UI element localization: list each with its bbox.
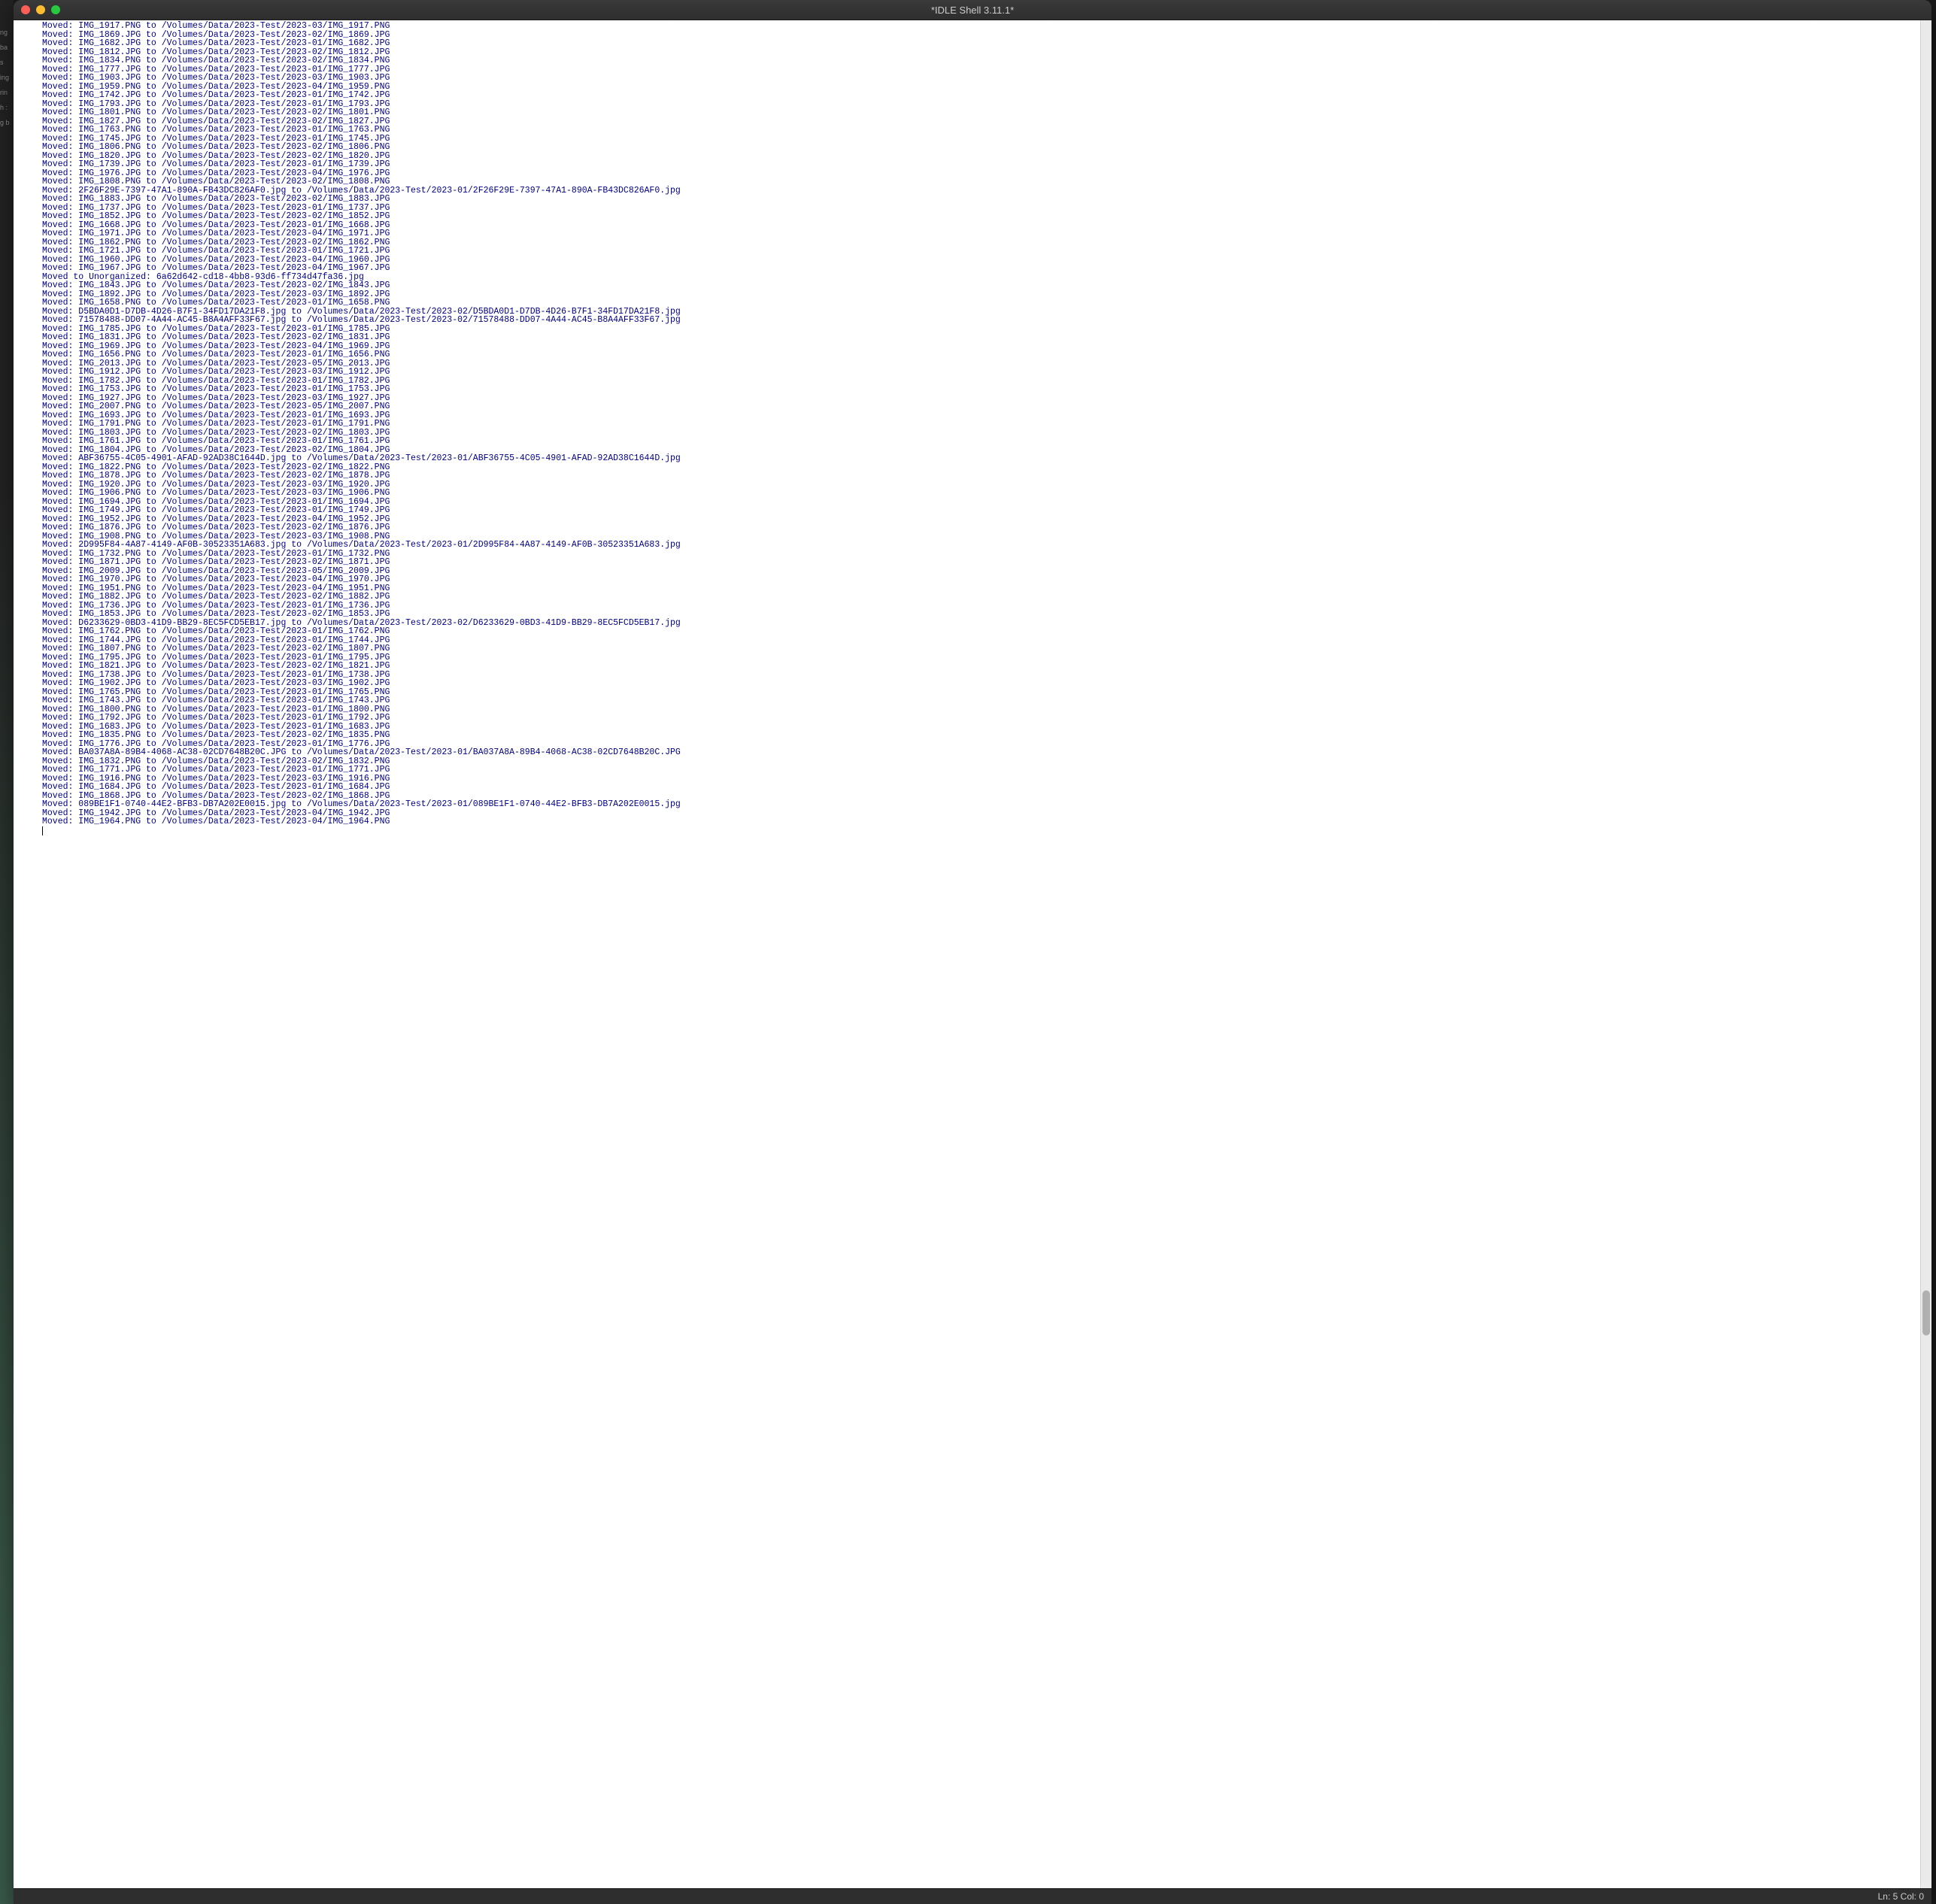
output-line: Moved: IMG_1853.JPG to /Volumes/Data/202… [15, 610, 1920, 619]
output-line: Moved: IMG_1801.PNG to /Volumes/Data/202… [15, 108, 1920, 117]
output-line: Moved: IMG_1807.PNG to /Volumes/Data/202… [15, 644, 1920, 653]
output-line: Moved: IMG_1917.PNG to /Volumes/Data/202… [15, 22, 1920, 31]
output-line: Moved: IMG_1749.JPG to /Volumes/Data/202… [15, 506, 1920, 515]
output-line: Moved: IMG_1721.JPG to /Volumes/Data/202… [15, 247, 1920, 256]
output-line: Moved: IMG_1762.PNG to /Volumes/Data/202… [15, 627, 1920, 636]
output-line: Moved: IMG_1876.JPG to /Volumes/Data/202… [15, 523, 1920, 532]
output-line: Moved: IMG_1906.PNG to /Volumes/Data/202… [15, 489, 1920, 498]
output-line: Moved: IMG_1792.JPG to /Volumes/Data/202… [15, 714, 1920, 723]
output-line: Moved: 089BE1F1-0740-44E2-BFB3-DB7A202E0… [15, 800, 1920, 809]
output-line: Moved: IMG_1682.JPG to /Volumes/Data/202… [15, 39, 1920, 48]
output-line: Moved: IMG_1967.JPG to /Volumes/Data/202… [15, 264, 1920, 273]
output-line: Moved: IMG_1831.JPG to /Volumes/Data/202… [15, 333, 1920, 342]
output-line: Moved: IMG_1742.JPG to /Volumes/Data/202… [15, 91, 1920, 100]
output-line: Moved: IMG_1806.PNG to /Volumes/Data/202… [15, 143, 1920, 152]
output-line: Moved: IMG_1763.PNG to /Volumes/Data/202… [15, 126, 1920, 135]
maximize-icon[interactable] [51, 5, 60, 14]
output-line: Moved: IMG_1658.PNG to /Volumes/Data/202… [15, 299, 1920, 308]
scrollbar-thumb[interactable] [1922, 1290, 1930, 1336]
output-line: Moved: IMG_1843.JPG to /Volumes/Data/202… [15, 281, 1920, 290]
output-line: Moved: IMG_1834.PNG to /Volumes/Data/202… [15, 56, 1920, 65]
output-line: Moved: IMG_1902.JPG to /Volumes/Data/202… [15, 679, 1920, 688]
output-line: Moved: ABF36755-4C05-4901-AFAD-92AD38C16… [15, 454, 1920, 463]
output-line: Moved: IMG_1739.JPG to /Volumes/Data/202… [15, 160, 1920, 169]
vertical-scrollbar[interactable] [1920, 20, 1931, 1888]
output-line: Moved: IMG_1912.JPG to /Volumes/Data/202… [15, 368, 1920, 377]
output-line: Moved: IMG_2007.PNG to /Volumes/Data/202… [15, 402, 1920, 411]
output-line: Moved: IMG_1743.JPG to /Volumes/Data/202… [15, 696, 1920, 705]
output-line: Moved: IMG_1835.PNG to /Volumes/Data/202… [15, 731, 1920, 740]
output-line: Moved: IMG_1883.JPG to /Volumes/Data/202… [15, 195, 1920, 204]
output-line: Moved: IMG_1970.JPG to /Volumes/Data/202… [15, 575, 1920, 584]
window-controls [21, 5, 60, 14]
output-line: Moved: IMG_1684.JPG to /Volumes/Data/202… [15, 783, 1920, 792]
output-line: Moved: IMG_1871.JPG to /Volumes/Data/202… [15, 558, 1920, 567]
background-window-slivers: ng ba s ing rin h : g b [0, 0, 14, 1904]
output-line: Moved: BA037A8A-89B4-4068-AC38-02CD7648B… [15, 748, 1920, 757]
output-line: Moved: IMG_1821.JPG to /Volumes/Data/202… [15, 662, 1920, 671]
output-line: Moved: IMG_1903.JPG to /Volumes/Data/202… [15, 74, 1920, 83]
close-icon[interactable] [21, 5, 30, 14]
statusbar: Ln: 5 Col: 0 [14, 1888, 1931, 1904]
cursor-position: Ln: 5 Col: 0 [1878, 1891, 1924, 1902]
text-cursor [42, 826, 43, 835]
output-line: Moved: IMG_1878.JPG to /Volumes/Data/202… [15, 471, 1920, 481]
output-line: Moved: IMG_1882.JPG to /Volumes/Data/202… [15, 593, 1920, 602]
idle-shell-window: *IDLE Shell 3.11.1* Moved: IMG_1917.PNG … [14, 0, 1931, 1904]
output-line: Moved: IMG_1971.JPG to /Volumes/Data/202… [15, 229, 1920, 238]
output-line: Moved: 2D995F84-4A87-4149-AF0B-30523351A… [15, 541, 1920, 550]
minimize-icon[interactable] [36, 5, 45, 14]
output-line: Moved: IMG_1753.JPG to /Volumes/Data/202… [15, 385, 1920, 394]
output-line: Moved: IMG_1964.PNG to /Volumes/Data/202… [15, 817, 1920, 826]
output-line: Moved: IMG_1761.JPG to /Volumes/Data/202… [15, 437, 1920, 446]
output-line: Moved: IMG_1791.PNG to /Volumes/Data/202… [15, 420, 1920, 429]
output-line: Moved: 71578488-DD07-4A44-AC45-B8A4AFF33… [15, 316, 1920, 325]
output-line: Moved: IMG_1656.PNG to /Volumes/Data/202… [15, 350, 1920, 359]
shell-output-area[interactable]: Moved: IMG_1917.PNG to /Volumes/Data/202… [14, 20, 1920, 1888]
window-title: *IDLE Shell 3.11.1* [14, 5, 1931, 16]
output-line: Moved: IMG_1771.JPG to /Volumes/Data/202… [15, 766, 1920, 775]
titlebar[interactable]: *IDLE Shell 3.11.1* [14, 0, 1931, 20]
output-line: Moved: IMG_1808.PNG to /Volumes/Data/202… [15, 177, 1920, 186]
output-line: Moved: IMG_1852.JPG to /Volumes/Data/202… [15, 212, 1920, 221]
